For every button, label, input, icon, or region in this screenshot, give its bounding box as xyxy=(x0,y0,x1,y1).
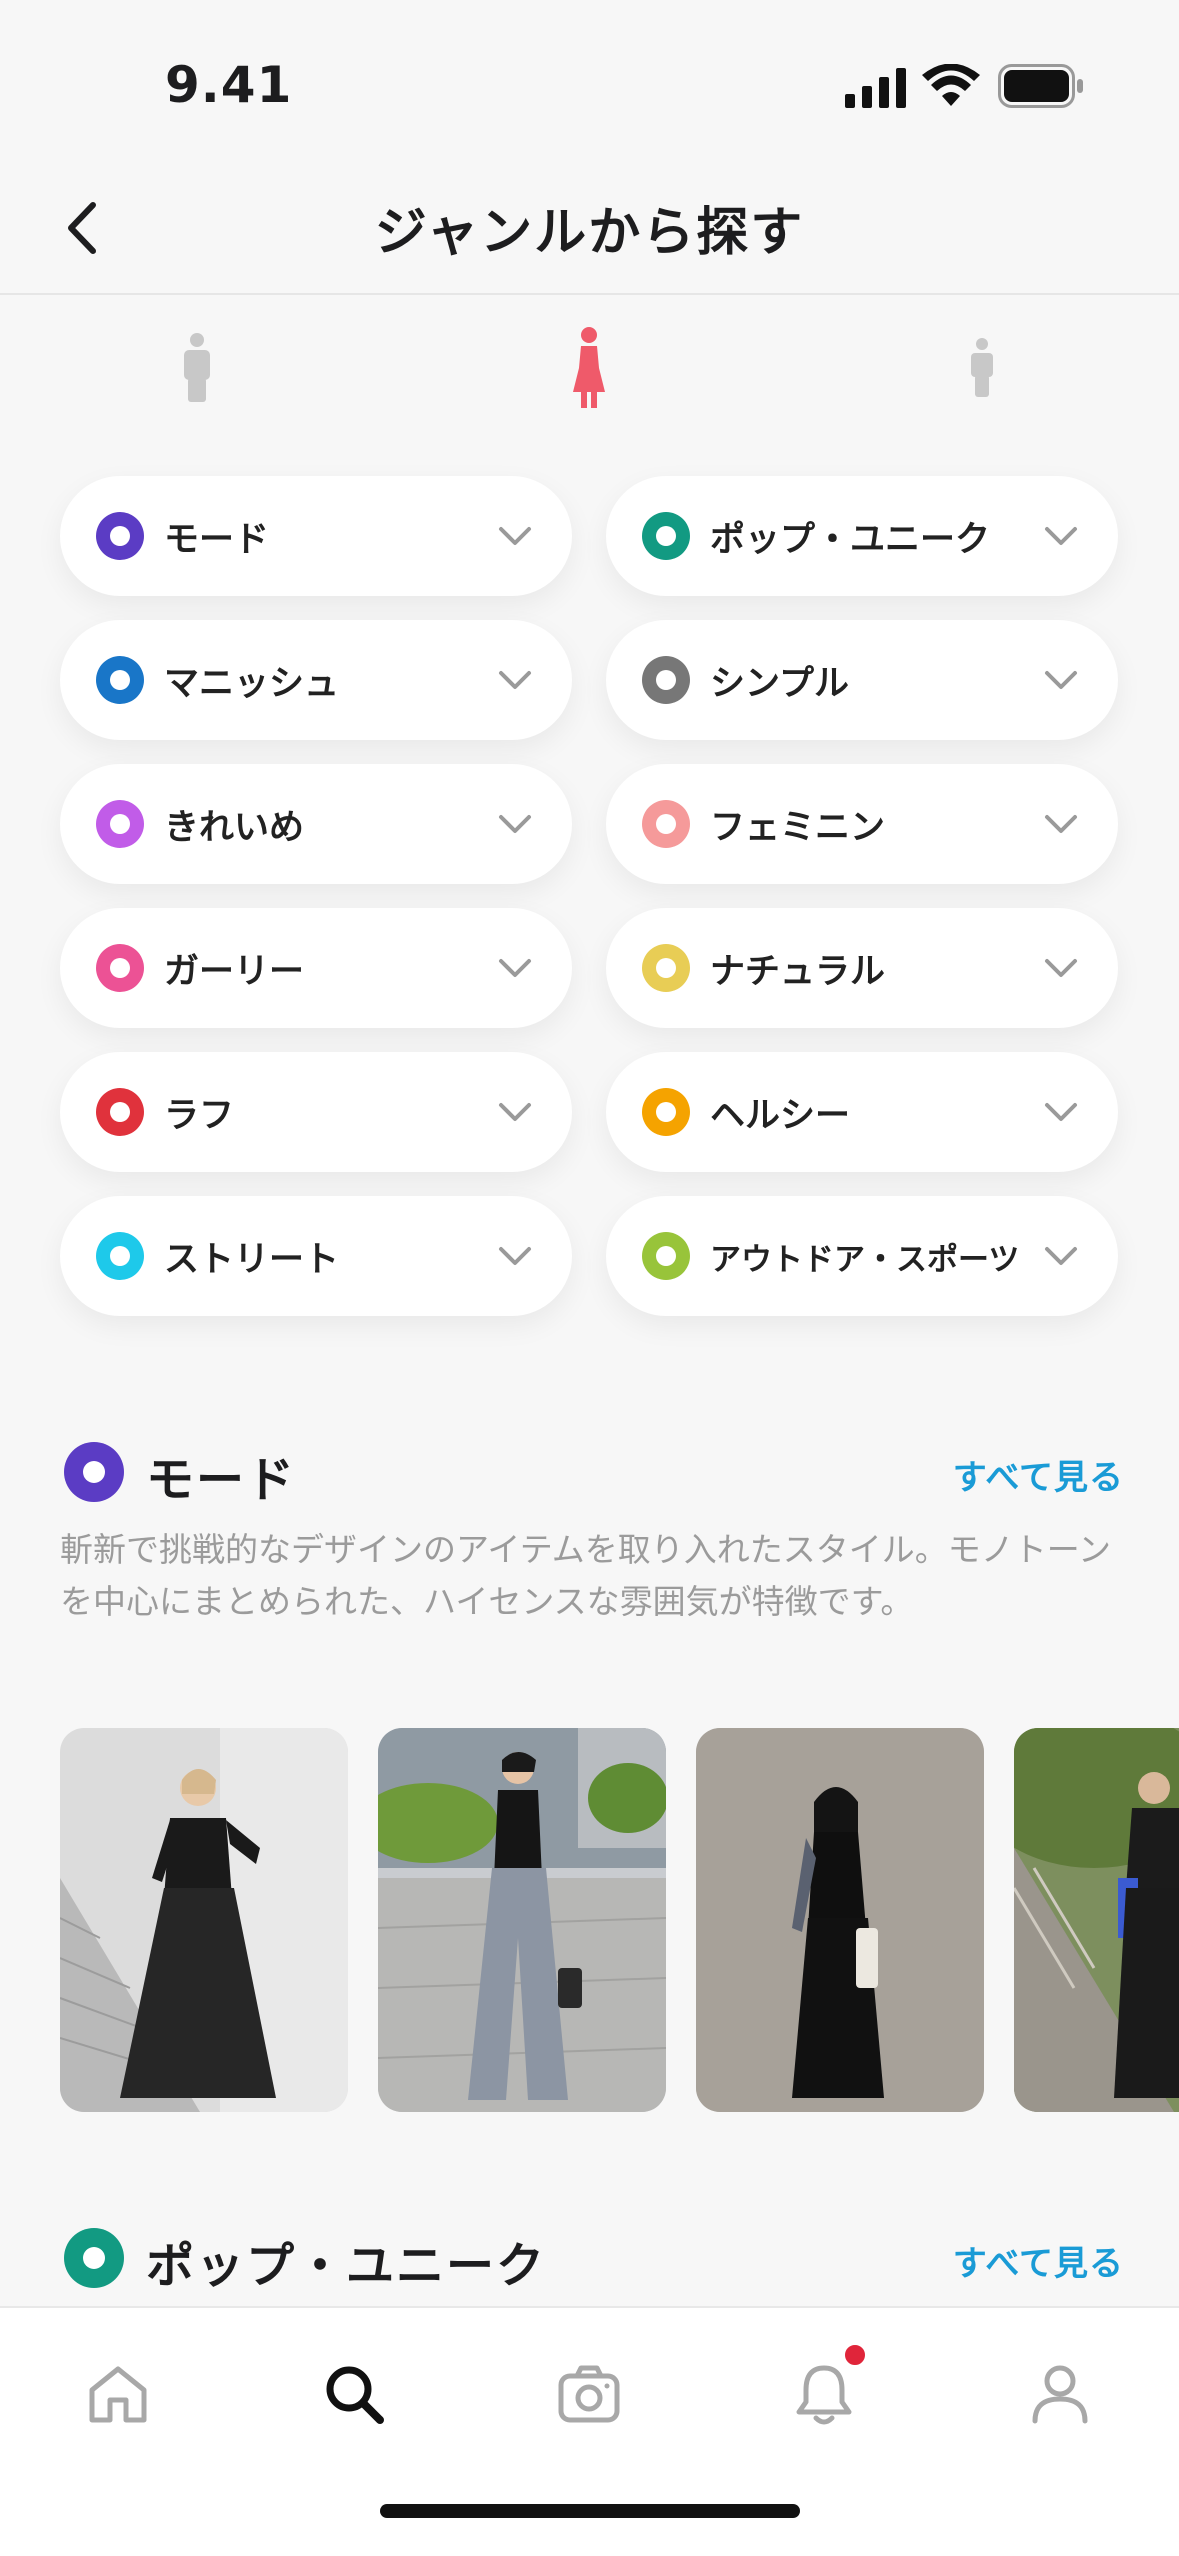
genre-label: ヘルシー xyxy=(710,1095,851,1136)
section-header-mode: モード すべて見る xyxy=(64,1436,1124,1508)
genre-simple[interactable]: シンプル xyxy=(606,620,1118,740)
status-time: 9.41 xyxy=(165,56,293,114)
home-indicator xyxy=(380,2504,800,2518)
chevron-down-icon xyxy=(499,815,531,833)
search-icon xyxy=(326,2366,384,2424)
genre-dot-icon xyxy=(96,800,144,848)
status-bar: 9.41 xyxy=(0,0,1179,160)
genre-dot-icon xyxy=(96,512,144,560)
chevron-down-icon xyxy=(499,671,531,689)
section-title: モード xyxy=(146,1452,297,1508)
tab-person[interactable] xyxy=(147,318,247,418)
genre-outdoor-sports[interactable]: アウトドア・スポーツ xyxy=(606,1196,1118,1316)
genre-street[interactable]: ストリート xyxy=(60,1196,572,1316)
genre-label: マニッシュ xyxy=(164,663,340,704)
genre-grid: モード ポップ・ユニーク マニッシュ シンプル きれいめ フェミニン ガーリー … xyxy=(60,476,1120,1316)
camera-icon xyxy=(558,2365,620,2423)
profile-icon xyxy=(1032,2365,1088,2424)
genre-dot-icon xyxy=(96,1232,144,1280)
genre-dot-icon xyxy=(96,944,144,992)
genre-label: アウトドア・スポーツ xyxy=(710,1241,1020,1278)
genre-mannish[interactable]: マニッシュ xyxy=(60,620,572,740)
genre-search-screen: 9.41 ジャンルから探す モード ポップ・ユニーク マニッシュ シンプル きれ… xyxy=(0,0,1179,2556)
outfit-photo-image xyxy=(378,1728,666,2112)
genre-label: ガーリー xyxy=(164,951,305,992)
section-description: 斬新で挑戦的なデザインのアイテムを取り入れたスタイル。モノトーンを中心にまとめら… xyxy=(60,1530,1112,1621)
genre-label: フェミニン xyxy=(710,807,886,848)
see-all-link[interactable]: すべて見る xyxy=(953,2236,1124,2285)
genre-label: きれいめ xyxy=(164,807,305,848)
home-icon xyxy=(89,2366,147,2423)
genre-pop-unique[interactable]: ポップ・ユニーク xyxy=(606,476,1118,596)
tab-search[interactable] xyxy=(314,2354,394,2434)
style-photo[interactable] xyxy=(60,1728,348,2112)
tab-camera[interactable] xyxy=(549,2354,629,2434)
battery-icon xyxy=(998,64,1083,108)
page-title: ジャンルから探す xyxy=(374,203,805,263)
tab-profile[interactable] xyxy=(1020,2354,1100,2434)
genre-healthy[interactable]: ヘルシー xyxy=(606,1052,1118,1172)
genre-label: シンプル xyxy=(710,663,849,704)
chevron-down-icon xyxy=(499,1103,531,1121)
genre-mode[interactable]: モード xyxy=(60,476,572,596)
genre-rough[interactable]: ラフ xyxy=(60,1052,572,1172)
chevron-down-icon xyxy=(499,527,531,545)
section-header-pop-unique: ポップ・ユニーク すべて見る xyxy=(64,2222,1124,2294)
bell-icon xyxy=(796,2365,852,2425)
outfit-photo-image xyxy=(696,1728,984,2112)
genre-label: モード xyxy=(164,519,270,560)
navigation-header: ジャンルから探す xyxy=(0,160,1179,295)
style-photo[interactable] xyxy=(696,1728,984,2112)
genre-dot-icon xyxy=(642,800,690,848)
genre-dot-icon xyxy=(96,1088,144,1136)
tab-women[interactable] xyxy=(539,318,639,418)
chevron-down-icon xyxy=(1045,527,1077,545)
chevron-down-icon xyxy=(1045,959,1077,977)
person-icon xyxy=(184,333,210,402)
genre-natural[interactable]: ナチュラル xyxy=(606,908,1118,1028)
genre-label: ラフ xyxy=(164,1095,235,1136)
signal-icon xyxy=(845,68,906,108)
genre-dot-icon xyxy=(64,1442,124,1502)
chevron-down-icon xyxy=(1045,1103,1077,1121)
tab-home[interactable] xyxy=(78,2354,158,2434)
child-icon xyxy=(971,338,993,397)
see-all-link[interactable]: すべて見る xyxy=(953,1450,1124,1499)
genre-dot-icon xyxy=(642,656,690,704)
genre-kireime[interactable]: きれいめ xyxy=(60,764,572,884)
outfit-photo-image xyxy=(1014,1728,1179,2112)
wifi-icon xyxy=(922,64,980,106)
genre-dot-icon xyxy=(642,512,690,560)
style-photo-carousel xyxy=(60,1728,1179,2112)
section-title: ポップ・ユニーク xyxy=(146,2238,547,2294)
chevron-down-icon xyxy=(1045,671,1077,689)
style-photo[interactable] xyxy=(378,1728,666,2112)
woman-icon xyxy=(573,327,605,408)
chevron-down-icon xyxy=(499,959,531,977)
genre-label: ナチュラル xyxy=(710,951,886,992)
gender-tabs xyxy=(0,300,1179,440)
genre-dot-icon xyxy=(96,656,144,704)
genre-dot-icon xyxy=(642,944,690,992)
genre-label: ストリート xyxy=(164,1239,340,1280)
style-photo[interactable] xyxy=(1014,1728,1179,2112)
tab-kids[interactable] xyxy=(932,318,1032,418)
chevron-down-icon xyxy=(1045,815,1077,833)
genre-girly[interactable]: ガーリー xyxy=(60,908,572,1028)
notification-badge xyxy=(842,2342,868,2368)
genre-feminine[interactable]: フェミニン xyxy=(606,764,1118,884)
genre-label: ポップ・ユニーク xyxy=(710,519,991,560)
outfit-photo-image xyxy=(60,1728,348,2112)
chevron-down-icon xyxy=(499,1247,531,1265)
chevron-down-icon xyxy=(1045,1247,1077,1265)
genre-dot-icon xyxy=(642,1232,690,1280)
bottom-tab-bar xyxy=(0,2306,1179,2556)
genre-dot-icon xyxy=(64,2228,124,2288)
genre-dot-icon xyxy=(642,1088,690,1136)
